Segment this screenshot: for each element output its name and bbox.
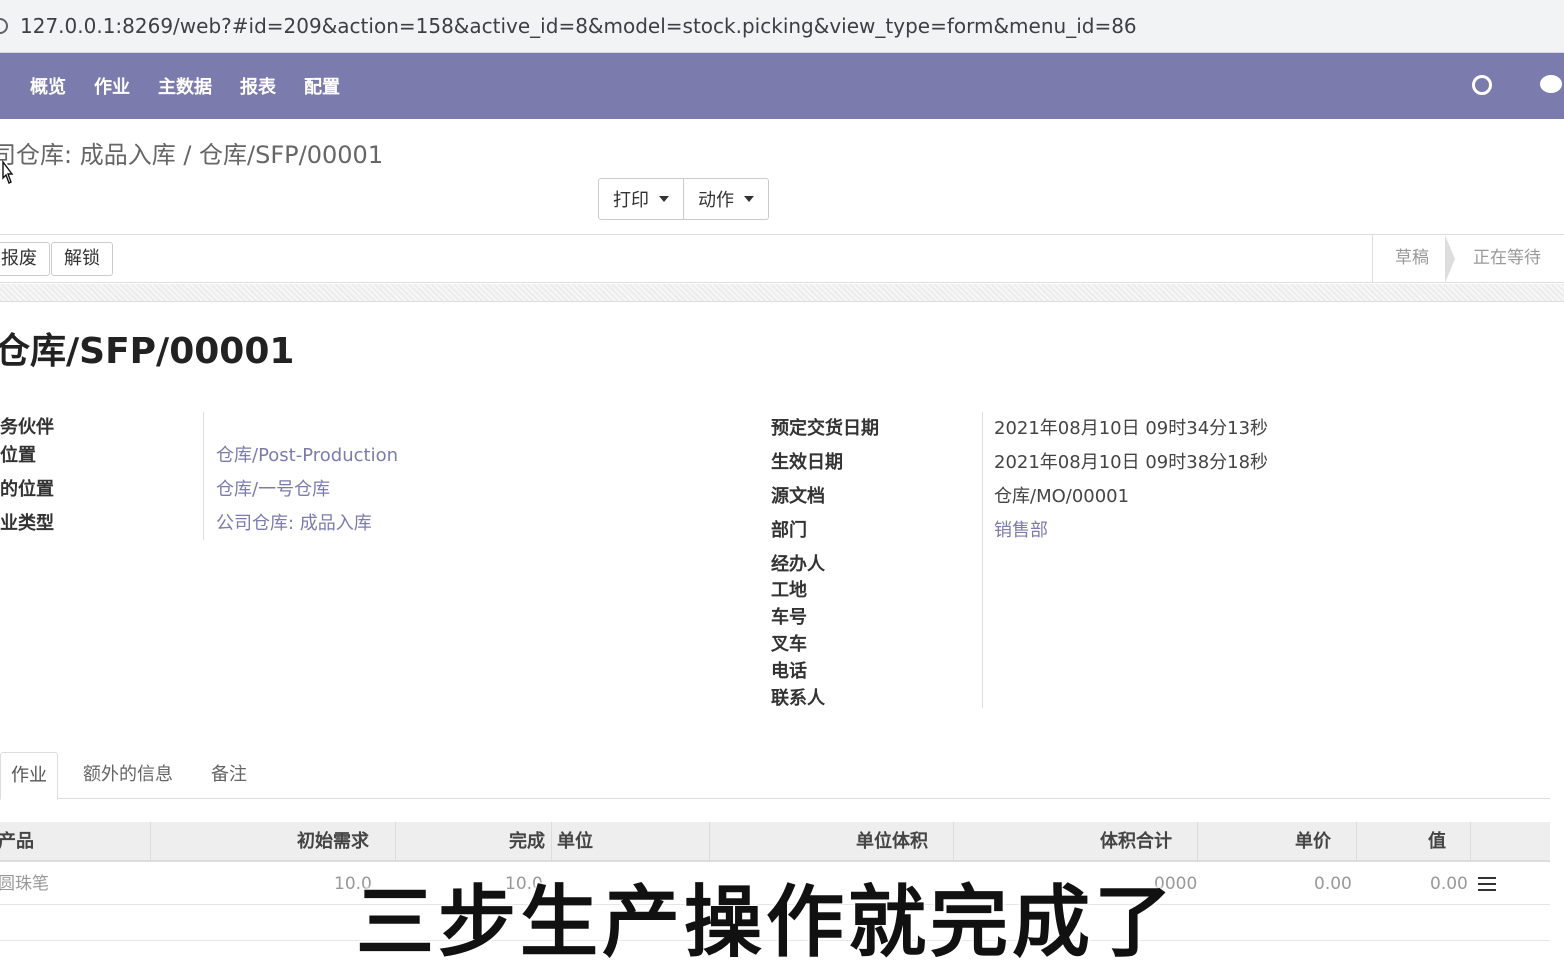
action-button[interactable]: 动作 xyxy=(683,179,768,219)
mouse-pointer-icon xyxy=(2,160,14,184)
print-label: 打印 xyxy=(613,190,649,211)
control-panel-buttons: 打印 动作 xyxy=(598,178,769,220)
print-button[interactable]: 打印 xyxy=(599,179,683,219)
effective-date-label: 生效日期 xyxy=(771,452,843,473)
dest-location-label: 目的位置 xyxy=(0,479,54,500)
chat-icon[interactable] xyxy=(1540,75,1562,93)
menu-reports[interactable]: 报表 xyxy=(240,73,276,99)
column-divider xyxy=(1356,822,1357,862)
caret-down-icon xyxy=(659,196,669,202)
site-label: 工地 xyxy=(771,580,807,601)
effective-date-value[interactable]: 2021年08月10日 09时38分18秒 xyxy=(994,448,1268,474)
contact-label: 联系人 xyxy=(771,688,825,709)
col-product[interactable]: 产品 xyxy=(0,822,34,862)
department-value[interactable]: 销售部 xyxy=(994,516,1048,542)
scheduled-date-label: 预定交货日期 xyxy=(771,418,879,439)
col-unit-price[interactable]: 单价 xyxy=(1295,822,1331,862)
col-unit-volume[interactable]: 单位体积 xyxy=(856,822,928,862)
stage-draft[interactable]: 草稿 xyxy=(1373,235,1455,283)
stage-waiting[interactable]: 正在等待 xyxy=(1451,235,1563,282)
cell-product: 圆珠笔 xyxy=(0,874,49,894)
detail-list-icon[interactable] xyxy=(1478,877,1496,891)
table-header: 产品 初始需求 完成 单位 单位体积 体积合计 单价 值 xyxy=(0,822,1550,862)
department-label: 部门 xyxy=(771,520,807,541)
address-bar[interactable]: 127.0.0.1:8269/web?#id=209&action=158&ac… xyxy=(0,0,1564,53)
scrap-button[interactable]: 报废 xyxy=(0,242,50,276)
menu-overview[interactable]: 概览 xyxy=(30,73,66,99)
source-location-label: 源位置 xyxy=(0,445,36,466)
vehicle-label: 车号 xyxy=(771,607,807,628)
scheduled-date-value[interactable]: 2021年08月10日 09时34分13秒 xyxy=(994,414,1268,440)
column-divider xyxy=(551,822,552,862)
record-title: 仓库/SFP/00001 xyxy=(0,331,295,372)
video-subtitle: 三步生产操作就完成了 xyxy=(356,878,1177,968)
dest-location-value[interactable]: 仓库/一号仓库 xyxy=(216,475,330,501)
tab-extra-info[interactable]: 额外的信息 xyxy=(73,752,183,799)
col-initial-demand[interactable]: 初始需求 xyxy=(297,822,369,862)
site-info-icon[interactable] xyxy=(0,18,8,34)
cell-unit-price: 0.00 xyxy=(1314,874,1352,894)
col-volume-total[interactable]: 体积合计 xyxy=(1100,822,1172,862)
handler-label: 经办人 xyxy=(771,554,825,575)
forklift-label: 叉车 xyxy=(771,634,807,655)
action-label: 动作 xyxy=(698,190,734,211)
operation-type-value[interactable]: 公司仓库: 成品入库 xyxy=(216,509,372,535)
column-divider xyxy=(395,822,396,862)
column-divider xyxy=(150,822,151,862)
menu-operations[interactable]: 作业 xyxy=(94,73,130,99)
url-text[interactable]: 127.0.0.1:8269/web?#id=209&action=158&ac… xyxy=(20,14,1137,38)
tab-operations[interactable]: 作业 xyxy=(0,752,58,800)
col-value[interactable]: 值 xyxy=(1428,822,1446,862)
caret-down-icon xyxy=(744,196,754,202)
tab-notes[interactable]: 备注 xyxy=(201,752,257,799)
partner-label: 业务伙伴 xyxy=(0,417,54,438)
top-navbar: 概览 作业 主数据 报表 配置 xyxy=(0,53,1564,119)
menu-configuration[interactable]: 配置 xyxy=(304,73,340,99)
left-group-divider xyxy=(203,412,204,540)
main-menu: 概览 作业 主数据 报表 配置 xyxy=(30,73,340,99)
operation-type-label: 作业类型 xyxy=(0,513,54,534)
column-divider xyxy=(709,822,710,862)
activity-button[interactable] xyxy=(1472,73,1496,97)
column-divider xyxy=(1470,822,1471,862)
cell-value: 0.00 xyxy=(1430,874,1468,894)
stage-indicator: 草稿 正在等待 xyxy=(1372,235,1563,283)
menu-master-data[interactable]: 主数据 xyxy=(158,73,212,99)
col-unit[interactable]: 单位 xyxy=(557,822,593,862)
unlock-button[interactable]: 解锁 xyxy=(51,242,113,276)
col-done[interactable]: 完成 xyxy=(509,822,545,862)
right-group-divider xyxy=(982,412,983,708)
origin-value[interactable]: 仓库/MO/00001 xyxy=(994,482,1129,508)
column-divider xyxy=(953,822,954,862)
status-bar: 报废 解锁 草稿 正在等待 xyxy=(0,234,1564,283)
clock-icon xyxy=(1472,75,1492,95)
phone-label: 电话 xyxy=(771,661,807,682)
sheet-top-pattern xyxy=(0,284,1564,302)
notebook-tabs: 作业 额外的信息 备注 xyxy=(0,752,1550,800)
breadcrumb[interactable]: 司仓库: 成品入库 / 仓库/SFP/00001 xyxy=(0,135,383,170)
source-location-value[interactable]: 仓库/Post-Production xyxy=(216,441,398,467)
column-divider xyxy=(1197,822,1198,862)
origin-label: 源文档 xyxy=(771,486,825,507)
